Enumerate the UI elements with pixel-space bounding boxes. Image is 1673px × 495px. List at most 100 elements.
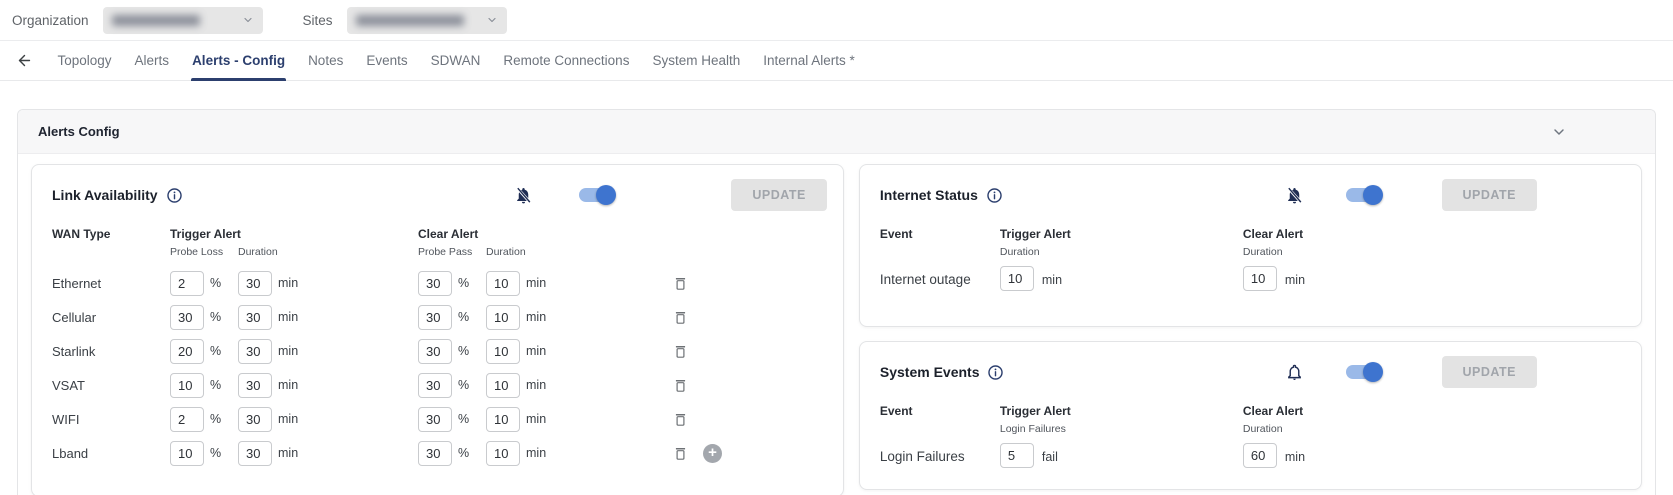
clear-duration-input[interactable] [486,339,520,364]
fail-unit: fail [1042,450,1058,464]
probe-pass-input[interactable] [418,373,452,398]
system-events-table: Event Trigger Alert Clear Alert Login Fa… [860,394,1641,489]
wan-type-label: Cellular [52,310,170,325]
tab-events[interactable]: Events [365,41,408,81]
trigger-duration-input[interactable] [238,441,272,466]
subcol-duration: Duration [1243,423,1283,435]
info-icon[interactable] [987,364,1004,381]
tab-alerts-config[interactable]: Alerts - Config [191,41,286,81]
minutes-unit: min [278,378,302,392]
delete-icon[interactable] [672,377,689,394]
delete-icon[interactable] [672,343,689,360]
login-failures-input[interactable] [1000,443,1034,468]
col-trigger-alert: Trigger Alert [1000,227,1071,241]
alerts-config-panel-header[interactable]: Alerts Config [18,110,1655,154]
tab-internal-alerts[interactable]: Internal Alerts * [762,41,856,81]
wan-type-label: Starlink [52,344,170,359]
enable-toggle[interactable] [1346,365,1380,379]
trigger-duration-input[interactable] [238,407,272,432]
tab-notes[interactable]: Notes [307,41,344,81]
probe-pass-input[interactable] [418,441,452,466]
wan-type-label: Ethernet [52,276,170,291]
tab-sdwan[interactable]: SDWAN [430,41,482,81]
probe-pass-input[interactable] [418,271,452,296]
minutes-unit: min [278,412,302,426]
trigger-duration-input[interactable] [238,305,272,330]
percent-unit: % [458,276,482,290]
col-wan-type: WAN Type [52,227,110,241]
clear-duration-input[interactable] [486,407,520,432]
add-row-icon[interactable]: + [703,444,722,463]
table-row: VSAT % min % min + [52,368,823,402]
clear-duration-input[interactable] [1243,266,1277,291]
wan-type-label: Lband [52,446,170,461]
enable-toggle[interactable] [579,188,613,202]
tab-remote-connections[interactable]: Remote Connections [502,41,630,81]
chevron-down-icon [486,14,498,26]
bell-off-icon[interactable] [514,186,533,205]
link-availability-table: WAN Type Trigger Alert Clear Alert Probe… [32,217,843,495]
enable-toggle[interactable] [1346,188,1380,202]
percent-unit: % [458,310,482,324]
sites-select[interactable] [347,7,507,34]
delete-icon[interactable] [672,411,689,428]
probe-loss-input[interactable] [170,373,204,398]
probe-pass-input[interactable] [418,339,452,364]
trigger-duration-input[interactable] [238,373,272,398]
probe-loss-input[interactable] [170,407,204,432]
update-button[interactable]: UPDATE [1442,356,1537,388]
system-events-header: System Events UPDATE [860,342,1641,394]
table-row: Starlink % min % min + [52,334,823,368]
card-title: Internet Status [880,187,978,203]
panel-body: Link Availability UPDATE WAN Type Trigge… [18,154,1655,495]
probe-loss-input[interactable] [170,339,204,364]
organization-select[interactable] [103,7,263,34]
minutes-unit: min [278,344,302,358]
clear-duration-input[interactable] [486,441,520,466]
panel-title: Alerts Config [38,124,120,139]
update-button[interactable]: UPDATE [1442,179,1537,211]
probe-loss-input[interactable] [170,271,204,296]
event-label: Login Failures [880,449,965,464]
minutes-unit: min [278,276,302,290]
bell-off-icon[interactable] [1285,186,1304,205]
clear-duration-input[interactable] [486,305,520,330]
delete-icon[interactable] [672,445,689,462]
update-button[interactable]: UPDATE [731,179,826,211]
info-icon[interactable] [986,187,1003,204]
clear-duration-input[interactable] [1243,443,1277,468]
col-trigger-alert: Trigger Alert [170,227,241,241]
probe-pass-input[interactable] [418,407,452,432]
system-events-card: System Events UPDATE Event Trigger Alert… [859,341,1642,490]
clear-duration-input[interactable] [486,271,520,296]
minutes-unit: min [1042,273,1062,287]
percent-unit: % [458,344,482,358]
delete-icon[interactable] [672,309,689,326]
bell-icon[interactable] [1285,363,1304,382]
delete-icon[interactable] [672,275,689,292]
trigger-duration-input[interactable] [238,339,272,364]
trigger-duration-input[interactable] [1000,266,1034,291]
tab-topology[interactable]: Topology [57,41,113,81]
table-header: WAN Type Trigger Alert Clear Alert Probe… [52,225,823,266]
minutes-unit: min [526,310,550,324]
subcol-probe-loss: Probe Loss [170,246,223,258]
wan-type-label: WIFI [52,412,170,427]
probe-pass-input[interactable] [418,305,452,330]
info-icon[interactable] [166,187,183,204]
percent-unit: % [458,412,482,426]
minutes-unit: min [526,276,550,290]
minutes-unit: min [526,378,550,392]
organization-label: Organization [12,13,89,28]
trigger-duration-input[interactable] [238,271,272,296]
collapse-chevron-icon[interactable] [1551,124,1567,140]
clear-duration-input[interactable] [486,373,520,398]
tab-system-health[interactable]: System Health [651,41,741,81]
percent-unit: % [458,378,482,392]
internet-status-card: Internet Status UPDATE Event Trigger Ale… [859,164,1642,327]
table-row: Login Failures fail min [880,443,1621,473]
tab-alerts[interactable]: Alerts [134,41,171,81]
back-arrow-icon[interactable] [10,47,38,75]
probe-loss-input[interactable] [170,305,204,330]
probe-loss-input[interactable] [170,441,204,466]
